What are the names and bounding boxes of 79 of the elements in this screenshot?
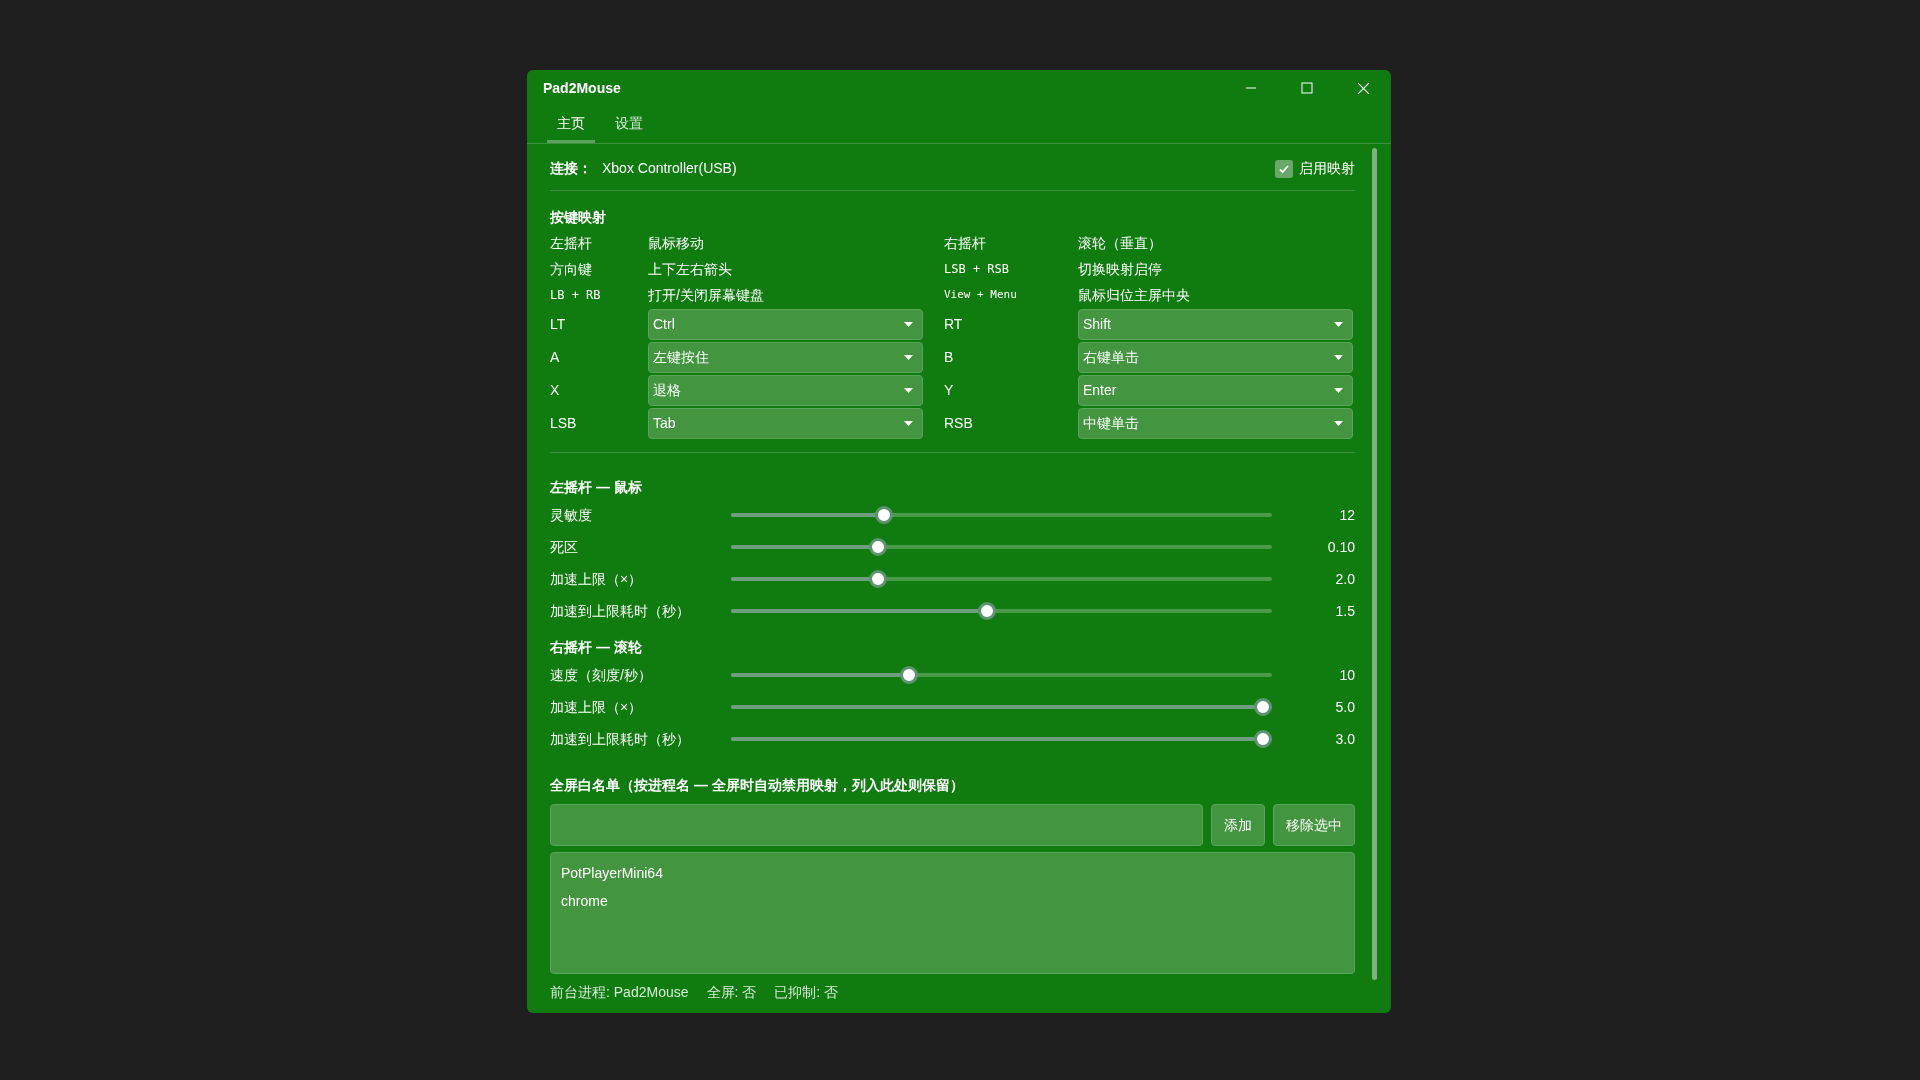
slider-thumb[interactable] [868, 570, 887, 588]
dropdown-caret-icon [1334, 322, 1343, 327]
key-label: LSB + RSB [944, 261, 1011, 278]
dropdown-caret-icon [1334, 421, 1343, 426]
slider-label: 加速上限（×） [550, 571, 643, 587]
slider-thumb[interactable] [875, 506, 894, 524]
key-label: A [550, 348, 561, 367]
process-name-field[interactable] [550, 804, 1203, 846]
slider-value: 2.0 [1335, 569, 1355, 589]
action-label: 滚轮（垂直） [1078, 233, 1162, 253]
action-dropdown[interactable]: Enter [1078, 375, 1353, 406]
section-heading: 按键映射 [550, 208, 607, 227]
action-label: 鼠标移动 [648, 233, 704, 253]
section-heading: 右摇杆 — 滚轮 [550, 637, 643, 657]
slider-label: 灵敏度 [550, 507, 592, 523]
dropdown-caret-icon [904, 421, 913, 426]
action-dropdown[interactable]: Tab [648, 408, 923, 439]
whitelist-list[interactable]: PotPlayerMini64 chrome [550, 852, 1355, 974]
dropdown-caret-icon [1334, 388, 1343, 393]
scrollbar[interactable] [1372, 148, 1377, 980]
key-label: RSB [944, 414, 974, 433]
whitelist-button[interactable]: 移除选中 [1273, 804, 1355, 846]
slider-value: 0.10 [1327, 537, 1355, 557]
dropdown-caret-icon [904, 322, 913, 327]
maximize-icon [1301, 82, 1313, 94]
slider-thumb[interactable] [868, 538, 887, 556]
action-label: 切换映射启停 [1078, 259, 1162, 279]
key-label: View + Menu [944, 286, 1018, 303]
key-label: LB + RB [550, 287, 602, 304]
key-label: 方向键 [550, 259, 593, 279]
action-dropdown[interactable]: Ctrl [648, 309, 923, 340]
action-label: 打开/关闭屏幕键盘 [648, 285, 764, 305]
action-dropdown[interactable]: 退格 [648, 375, 923, 406]
action-label: 上下左右箭头 [648, 259, 732, 279]
dropdown-caret-icon [1334, 355, 1343, 360]
slider-value: 12 [1339, 505, 1355, 525]
slider-thumb[interactable] [977, 602, 996, 620]
slider-label: 加速到上限耗时（秒） [550, 603, 690, 619]
dropdown-caret-icon [904, 355, 913, 360]
key-label: Y [944, 381, 955, 400]
status-text: 全屏: 否 [706, 983, 757, 1002]
connection-value: Xbox Controller(USB) [602, 159, 737, 178]
status-text: 已抑制: 否 [774, 983, 839, 1002]
section-heading: 全屏白名单（按进程名 — 全屏时自动禁用映射，列入此处则保留） [550, 776, 965, 795]
slider-thumb[interactable] [1254, 730, 1272, 748]
key-label: 右摇杆 [944, 233, 987, 253]
key-label: RT [944, 315, 964, 334]
slider-label: 死区 [550, 539, 578, 555]
key-label: LT [550, 315, 567, 334]
action-dropdown[interactable]: 中键单击 [1078, 408, 1353, 439]
process-item[interactable]: chrome [561, 890, 608, 912]
slider-thumb[interactable] [899, 666, 918, 684]
dropdown-caret-icon [904, 388, 913, 393]
slider-value: 5.0 [1335, 697, 1355, 717]
status-text: 前台进程: Pad2Mouse [550, 983, 689, 1002]
window-title: Pad2Mouse [543, 78, 621, 98]
tab[interactable]: 主页 [547, 113, 595, 143]
action-dropdown[interactable]: 左键按住 [648, 342, 923, 373]
action-label: 鼠标归位主屏中央 [1078, 285, 1190, 305]
key-label: X [550, 381, 561, 400]
slider-value: 10 [1339, 665, 1355, 685]
tab[interactable]: 设置 [605, 113, 653, 143]
action-dropdown[interactable]: Shift [1078, 309, 1353, 340]
key-label: B [944, 348, 955, 367]
key-label: LSB [550, 414, 578, 433]
slider-label: 加速到上限耗时（秒） [550, 731, 690, 747]
process-item[interactable]: PotPlayerMini64 [561, 862, 663, 884]
action-dropdown[interactable]: 右键单击 [1078, 342, 1353, 373]
slider-label: 速度（刻度/秒） [550, 667, 652, 683]
whitelist-button[interactable]: 添加 [1211, 804, 1265, 846]
slider-label: 加速上限（×） [550, 699, 643, 715]
slider-value: 3.0 [1335, 729, 1355, 749]
enable-mapping-checkbox[interactable]: 启用映射 [1275, 158, 1355, 179]
close-icon [1356, 81, 1370, 95]
connection-label: 连接： [550, 159, 592, 178]
section-heading: 左摇杆 — 鼠标 [550, 477, 643, 497]
key-label: 左摇杆 [550, 233, 593, 253]
slider-value: 1.5 [1335, 601, 1355, 621]
slider-thumb[interactable] [1254, 698, 1272, 716]
